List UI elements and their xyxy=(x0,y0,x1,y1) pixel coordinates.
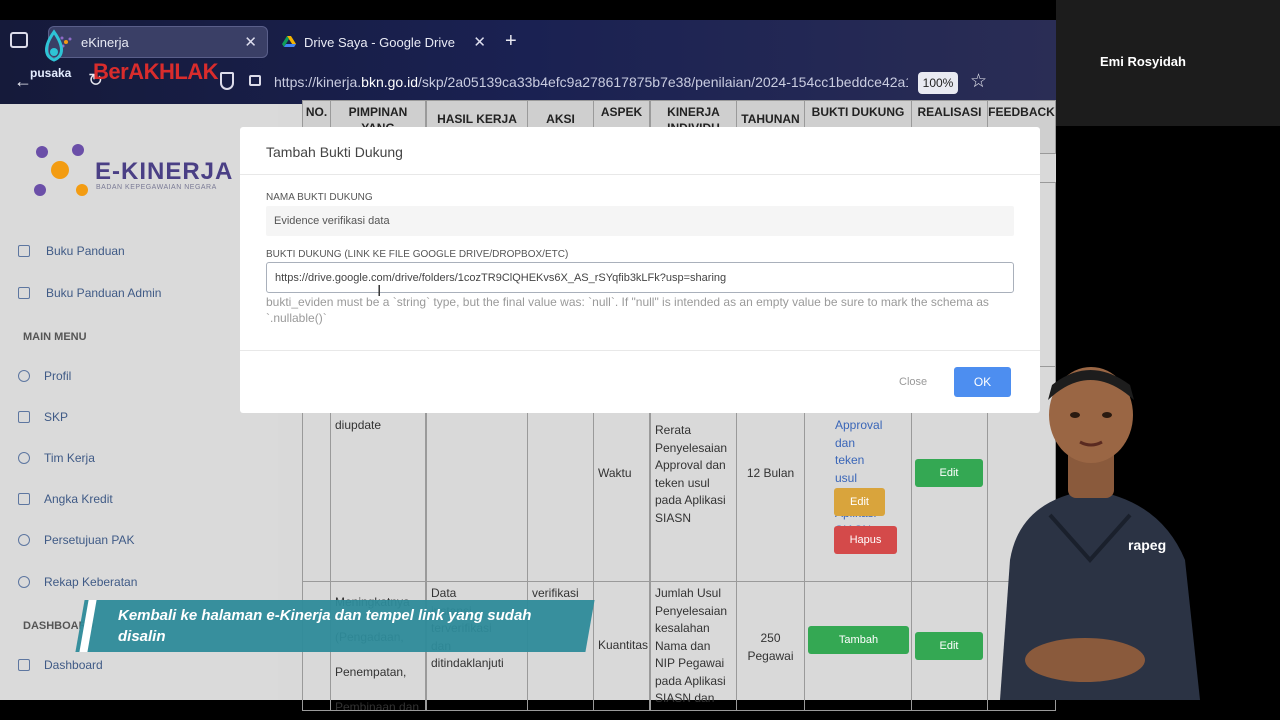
url-field[interactable]: https://kinerja.bkn.go.id/skp/2a05139ca3… xyxy=(274,74,908,90)
sidebar-item-tim-kerja[interactable]: Tim Kerja xyxy=(18,451,95,465)
sidebar-item-buku-panduan[interactable]: Buku Panduan xyxy=(18,244,125,258)
sidebar-item-label: SKP xyxy=(44,410,69,424)
main-menu-heading: MAIN MENU xyxy=(23,331,87,343)
url-domain: bkn.go.id xyxy=(361,74,418,90)
sidebar-item-profil[interactable]: Profil xyxy=(18,369,71,383)
text-cursor-icon: I xyxy=(377,283,382,300)
speaker-name: Emi Rosyidah xyxy=(1100,54,1186,69)
hapus-button[interactable]: Hapus xyxy=(834,526,897,554)
sidebar-item-buku-panduan-admin[interactable]: Buku Panduan Admin xyxy=(18,286,161,300)
close-tab-icon[interactable]: ✕ xyxy=(244,33,257,51)
alert-circle-icon xyxy=(18,576,30,588)
screen: eKinerja ✕ Drive Saya - Google Drive ✕ +… xyxy=(0,0,1280,720)
sidebar-item-label: Tim Kerja xyxy=(44,451,95,465)
google-drive-icon xyxy=(282,35,296,49)
document-icon xyxy=(18,411,30,423)
sidebar-item-label: Buku Panduan Admin xyxy=(46,286,162,300)
edit-realisasi-button[interactable]: Edit xyxy=(915,459,983,487)
presenter-image: rapeg xyxy=(1000,367,1200,700)
close-button[interactable]: Close xyxy=(899,376,927,388)
file-icon xyxy=(18,493,30,505)
logo-title: E-KINERJA xyxy=(95,158,234,185)
sidebar-item-skp[interactable]: SKP xyxy=(18,410,68,424)
tab-google-drive[interactable]: Drive Saya - Google Drive ✕ xyxy=(272,26,496,58)
tab-bar: eKinerja ✕ Drive Saya - Google Drive ✕ + xyxy=(0,20,1056,62)
check-circle-icon xyxy=(18,534,30,546)
modal-title: Tambah Bukti Dukung xyxy=(266,144,403,160)
edit-bukti-button[interactable]: Edit xyxy=(834,488,885,516)
link-bukti-label: BUKTI DUKUNG (LINK KE FILE GOOGLE DRIVE/… xyxy=(266,249,569,260)
tambah-button[interactable]: Tambah xyxy=(808,626,909,654)
shirt-logo: rapeg xyxy=(1128,537,1166,553)
edit-realisasi-button[interactable]: Edit xyxy=(915,632,983,660)
user-icon xyxy=(18,370,30,382)
book-icon xyxy=(18,287,30,299)
nama-bukti-input[interactable]: Evidence verifikasi data xyxy=(266,206,1014,236)
sidebar-item-label: Profil xyxy=(44,369,72,383)
tab-list-icon[interactable] xyxy=(10,32,28,48)
sidebar-item-label: Persetujuan PAK xyxy=(44,533,135,547)
close-tab-icon[interactable]: ✕ xyxy=(473,33,486,51)
url-prefix: https://kinerja. xyxy=(274,74,362,90)
modal-divider xyxy=(240,350,1040,351)
sidebar-item-angka-kredit[interactable]: Angka Kredit xyxy=(18,492,113,506)
tab-label: eKinerja xyxy=(81,34,129,50)
book-icon xyxy=(18,245,30,257)
row2-tahunan: 250 Pegawai xyxy=(736,581,805,711)
sidebar-item-label: Angka Kredit xyxy=(44,492,113,506)
sidebar-item-rekap-keberatan[interactable]: Rekap Keberatan xyxy=(18,575,137,589)
logo-subtitle: BADAN KEPEGAWAIAN NEGARA xyxy=(96,184,217,191)
zoom-level[interactable]: 100% xyxy=(918,72,958,94)
url-path: /skp/2a05139ca33b4efc9a278617875b7e38/pe… xyxy=(417,74,908,90)
sidebar-item-persetujuan-pak[interactable]: Persetujuan PAK xyxy=(18,533,135,547)
lock-icon[interactable] xyxy=(249,75,261,86)
row2-aspek: Kuantitas xyxy=(593,581,650,711)
modal-divider xyxy=(240,174,1040,175)
bookmark-star-icon[interactable]: ☆ xyxy=(970,70,987,93)
row2-kinerja: Jumlah Usul Penyelesaian kesalahan Nama … xyxy=(650,581,737,711)
sidebar-item-dashboard[interactable]: Dashboard xyxy=(18,658,103,672)
monitor-icon xyxy=(18,659,30,671)
tambah-bukti-modal: Tambah Bukti Dukung NAMA BUKTI DUKUNG Ev… xyxy=(240,127,1040,413)
users-icon xyxy=(18,452,30,464)
caption-text: Kembali ke halaman e-Kinerja dan tempel … xyxy=(118,607,532,645)
tab-label: Drive Saya - Google Drive xyxy=(304,34,455,50)
sidebar-item-label: Buku Panduan xyxy=(46,244,125,258)
pusaka-logo-text: pusaka xyxy=(30,66,72,80)
nama-bukti-label: NAMA BUKTI DUKUNG xyxy=(266,192,373,203)
sidebar-item-label: Rekap Keberatan xyxy=(44,575,138,589)
berakhlak-logo: BerAKHLAK xyxy=(93,59,219,84)
shield-icon[interactable] xyxy=(220,72,234,90)
new-tab-button[interactable]: + xyxy=(505,30,517,53)
sidebar-item-label: Dashboard xyxy=(44,658,103,672)
